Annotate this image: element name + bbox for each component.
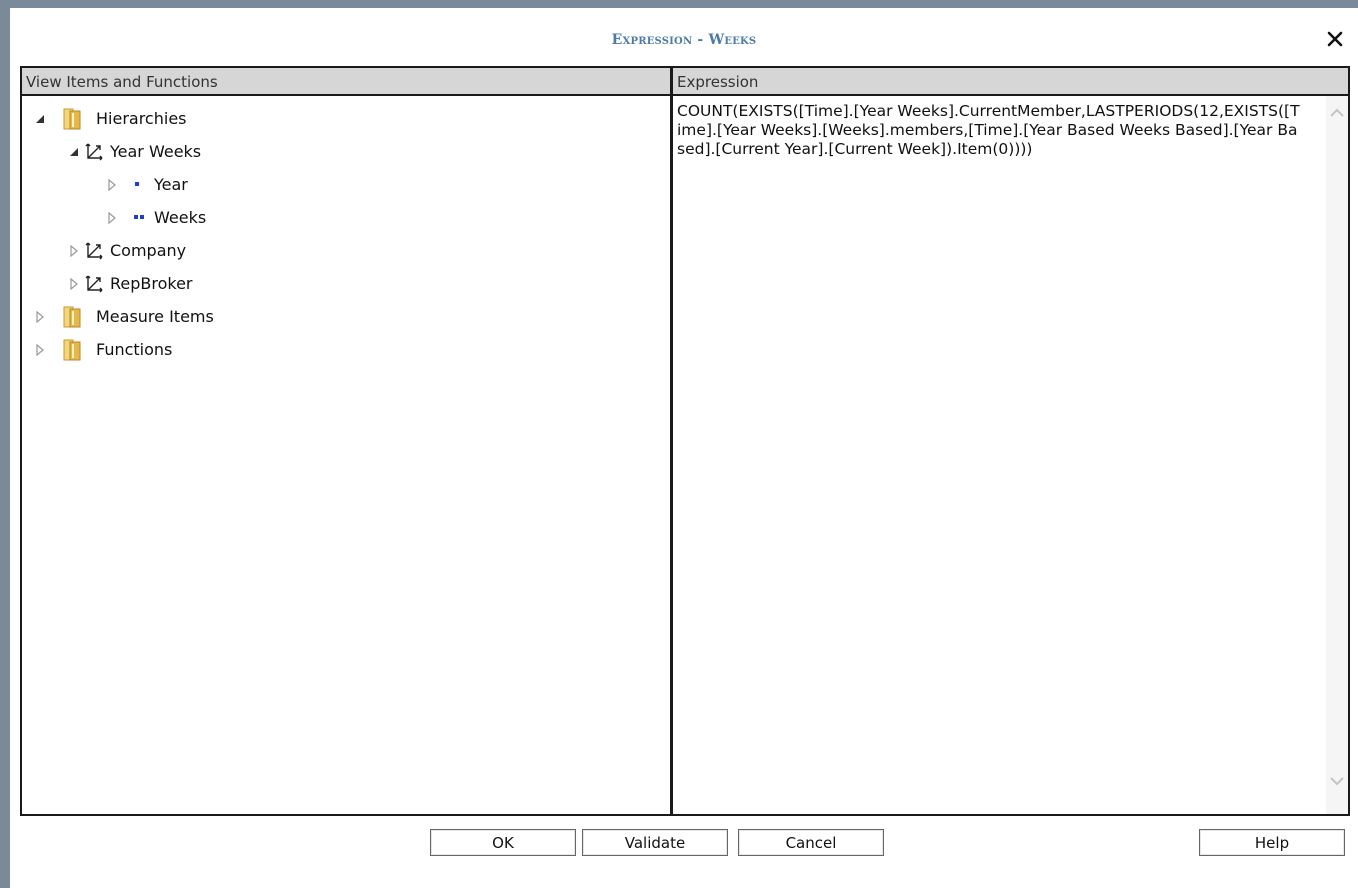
tree-label-year-weeks: Year Weeks (110, 142, 202, 161)
tree-label-functions: Functions (96, 340, 173, 359)
items-tree: Hierarchies Year Weeks Year Weeks Compan… (22, 96, 670, 366)
collapsed-triangle-icon[interactable] (68, 244, 80, 257)
expression-editor[interactable]: COUNT(EXISTS([Time].[Year Weeks].Current… (677, 102, 1302, 159)
dialog-title: Expression - Weeks (611, 32, 757, 48)
folder-icon (63, 339, 81, 360)
tree-node-year-weeks[interactable]: Year Weeks (22, 135, 670, 168)
folder-icon (63, 306, 81, 327)
validate-button[interactable]: Validate (582, 829, 728, 856)
tree-node-company[interactable]: Company (22, 234, 670, 267)
help-button[interactable]: Help (1199, 829, 1345, 856)
dialog-title-bar: Expression - Weeks (10, 8, 1358, 64)
ok-button[interactable]: OK (430, 829, 576, 856)
expression-pane: Expression COUNT(EXISTS([Time].[Year Wee… (673, 68, 1348, 814)
collapsed-triangle-icon[interactable] (106, 178, 118, 191)
expression-header: Expression (673, 68, 1348, 96)
expanded-triangle-icon[interactable] (34, 113, 46, 125)
level-one-icon (135, 181, 139, 186)
collapsed-triangle-icon[interactable] (34, 310, 46, 323)
tree-node-hierarchies[interactable]: Hierarchies (22, 102, 670, 135)
items-functions-header: View Items and Functions (22, 68, 670, 96)
tree-label-measure-items: Measure Items (96, 307, 214, 326)
collapsed-triangle-icon[interactable] (106, 211, 118, 224)
panes-container: View Items and Functions Hierarchies Yea… (20, 66, 1350, 816)
tree-label-year: Year (154, 175, 188, 194)
tree-node-repbroker[interactable]: RepBroker (22, 267, 670, 300)
tree-label-repbroker: RepBroker (110, 274, 193, 293)
tree-label-weeks: Weeks (154, 208, 207, 227)
folder-icon (63, 108, 81, 129)
close-icon[interactable] (1326, 30, 1344, 48)
tree-node-year[interactable]: Year (22, 168, 670, 201)
tree-node-measure-items[interactable]: Measure Items (22, 300, 670, 333)
expanded-triangle-icon[interactable] (68, 146, 80, 158)
chevron-down-icon[interactable] (1326, 770, 1348, 792)
level-two-icon (134, 214, 144, 219)
hierarchy-icon (85, 143, 103, 160)
dialog-footer: OK Validate Cancel Help (10, 820, 1358, 888)
chevron-up-icon[interactable] (1326, 102, 1348, 124)
items-functions-pane: View Items and Functions Hierarchies Yea… (22, 68, 673, 814)
hierarchy-icon (85, 242, 103, 259)
cancel-button[interactable]: Cancel (738, 829, 884, 856)
expression-dialog: Expression - Weeks View Items and Functi… (10, 8, 1358, 888)
tree-node-functions[interactable]: Functions (22, 333, 670, 366)
hierarchy-icon (85, 275, 103, 292)
collapsed-triangle-icon[interactable] (68, 277, 80, 290)
expression-scrollbar[interactable] (1326, 96, 1348, 814)
collapsed-triangle-icon[interactable] (34, 343, 46, 356)
tree-label-company: Company (110, 241, 187, 260)
tree-label-hierarchies: Hierarchies (96, 109, 187, 128)
tree-node-weeks[interactable]: Weeks (22, 201, 670, 234)
